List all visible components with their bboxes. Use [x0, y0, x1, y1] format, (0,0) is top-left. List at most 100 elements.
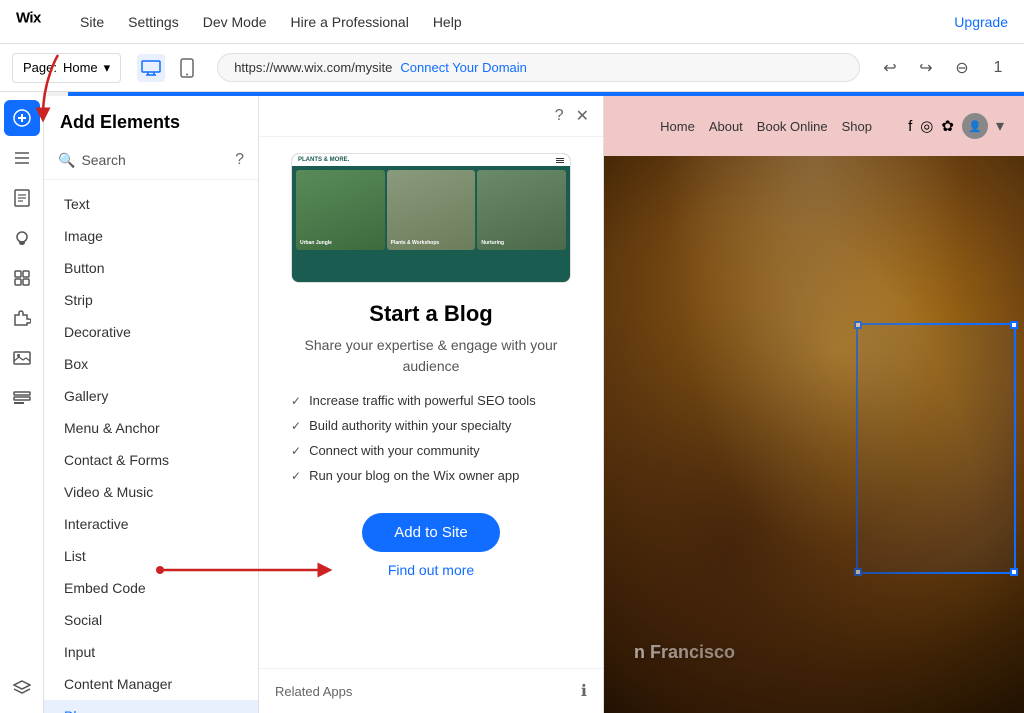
element-content-manager[interactable]: Content Manager — [44, 668, 258, 700]
element-decorative[interactable]: Decorative — [44, 316, 258, 348]
page-selector[interactable]: Page: Home ▾ — [12, 53, 121, 83]
element-box[interactable]: Box — [44, 348, 258, 380]
element-menu-anchor[interactable]: Menu & Anchor — [44, 412, 258, 444]
selection-handle-tl[interactable] — [854, 321, 862, 329]
site-header: Home About Book Online Shop f ◎ ✿ 👤 ▾ — [604, 96, 1024, 156]
connect-domain-link[interactable]: Connect Your Domain — [400, 60, 526, 75]
url-bar[interactable]: https://www.wix.com/mysite Connect Your … — [217, 53, 860, 82]
related-apps-info-icon[interactable]: ℹ — [581, 681, 587, 701]
element-contact-forms[interactable]: Contact & Forms — [44, 444, 258, 476]
help-icon[interactable]: ? — [235, 151, 244, 169]
search-row[interactable]: 🔍 Search — [58, 152, 126, 169]
account-dropdown-icon[interactable]: ▾ — [996, 116, 1004, 136]
blog-feature-2: ✓ Build authority within your specialty — [283, 418, 579, 433]
sidebar-paint-icon[interactable] — [4, 220, 40, 256]
canvas-area: Home About Book Online Shop f ◎ ✿ 👤 ▾ n … — [604, 96, 1024, 713]
sidebar-media-icon[interactable] — [4, 340, 40, 376]
selection-box[interactable] — [856, 323, 1016, 574]
panel-title: Add Elements — [60, 112, 180, 133]
url-text: https://www.wix.com/mysite — [234, 60, 392, 75]
zoom-out-button[interactable]: ⊖ — [948, 54, 976, 82]
panel-search: 🔍 Search ? — [44, 141, 258, 180]
sidebar-pages-icon[interactable] — [4, 140, 40, 176]
sidebar-layers-icon[interactable] — [4, 669, 40, 705]
user-avatar[interactable]: 👤 — [962, 113, 988, 139]
panel-help-button[interactable]: ? — [555, 107, 564, 125]
element-gallery[interactable]: Gallery — [44, 380, 258, 412]
menu-hire-pro[interactable]: Hire a Professional — [291, 14, 409, 30]
hero-image: n Francisco — [604, 156, 1024, 713]
menu-settings[interactable]: Settings — [128, 14, 179, 30]
selection-handle-tr[interactable] — [1010, 321, 1018, 329]
panel-left: Add Elements 🔍 Search ? Text Image Butto… — [44, 96, 259, 713]
elements-list: Text Image Button Strip Decorative Box G… — [44, 180, 258, 713]
menu-dev-mode[interactable]: Dev Mode — [203, 14, 267, 30]
blog-feature-4-text: Run your blog on the Wix owner app — [309, 468, 519, 483]
element-blog[interactable]: Blog — [44, 700, 258, 713]
blog-feature-3: ✓ Connect with your community — [283, 443, 579, 458]
device-icons — [137, 54, 201, 82]
top-menu-bar: Wix Site Settings Dev Mode Hire a Profes… — [0, 0, 1024, 44]
panel-right: ? ✕ PLANTS & MORE. — [259, 96, 603, 713]
facebook-icon[interactable]: f — [908, 118, 912, 135]
forward-button[interactable]: ↪ — [912, 54, 940, 82]
selection-handle-bl[interactable] — [854, 568, 862, 576]
site-social-icons: f ◎ ✿ 👤 ▾ — [908, 113, 1004, 139]
address-bar-row: Page: Home ▾ https://www.wix.com/mysite … — [0, 44, 1024, 92]
nav-book-online[interactable]: Book Online — [757, 119, 828, 134]
wix-logo: Wix — [16, 9, 48, 35]
page-label: Page: — [23, 60, 57, 75]
element-image[interactable]: Image — [44, 220, 258, 252]
add-to-site-button[interactable]: Add to Site — [362, 513, 499, 552]
promo-plant-3: Nurturing — [477, 170, 566, 250]
sidebar-blog-icon[interactable] — [4, 180, 40, 216]
left-sidebar — [0, 92, 44, 713]
element-list[interactable]: List — [44, 540, 258, 572]
desktop-icon[interactable] — [137, 54, 165, 82]
blog-promo-subtitle: Share your expertise & engage with your … — [283, 335, 579, 377]
check-icon-1: ✓ — [291, 394, 301, 408]
sidebar-apps-icon[interactable] — [4, 260, 40, 296]
yelp-icon[interactable]: ✿ — [941, 117, 954, 135]
menu-site[interactable]: Site — [80, 14, 104, 30]
add-elements-panel: Add Elements 🔍 Search ? Text Image Butto… — [44, 96, 604, 713]
sidebar-add-icon[interactable] — [4, 100, 40, 136]
instagram-icon[interactable]: ◎ — [920, 117, 933, 135]
panel-right-header: ? ✕ — [259, 96, 603, 137]
blog-promo-title: Start a Blog — [369, 301, 492, 327]
element-interactive[interactable]: Interactive — [44, 508, 258, 540]
element-social[interactable]: Social — [44, 604, 258, 636]
blog-promo-card: PLANTS & MORE. Urban Jungle Plants & Wor — [259, 137, 603, 598]
blog-feature-4: ✓ Run your blog on the Wix owner app — [283, 468, 579, 483]
selection-handle-br[interactable] — [1010, 568, 1018, 576]
blog-feature-1-text: Increase traffic with powerful SEO tools — [309, 393, 536, 408]
element-video-music[interactable]: Video & Music — [44, 476, 258, 508]
nav-controls: ↩ ↪ ⊖ 1 — [876, 54, 1012, 82]
element-input[interactable]: Input — [44, 636, 258, 668]
element-embed-code[interactable]: Embed Code — [44, 572, 258, 604]
element-button[interactable]: Button — [44, 252, 258, 284]
panel-close-button[interactable]: ✕ — [576, 106, 589, 126]
site-nav: Home About Book Online Shop — [624, 119, 908, 134]
find-out-more-link[interactable]: Find out more — [388, 562, 474, 578]
menu-help[interactable]: Help — [433, 14, 462, 30]
element-strip[interactable]: Strip — [44, 284, 258, 316]
promo-title-bar: PLANTS & MORE. — [292, 154, 570, 166]
check-icon-2: ✓ — [291, 419, 301, 433]
search-label[interactable]: Search — [81, 152, 125, 168]
nav-about[interactable]: About — [709, 119, 743, 134]
search-icon: 🔍 — [58, 152, 75, 169]
page-dropdown-icon: ▾ — [104, 60, 111, 76]
zoom-level[interactable]: 1 — [984, 54, 1012, 82]
upgrade-button[interactable]: Upgrade — [954, 14, 1008, 30]
svg-text:Wix: Wix — [16, 9, 42, 26]
element-text[interactable]: Text — [44, 188, 258, 220]
nav-home[interactable]: Home — [660, 119, 695, 134]
sidebar-puzzle-icon[interactable] — [4, 300, 40, 336]
promo-plant-2: Plants & Workshops — [387, 170, 476, 250]
mobile-icon[interactable] — [173, 54, 201, 82]
back-button[interactable]: ↩ — [876, 54, 904, 82]
panel-header: Add Elements — [44, 96, 258, 141]
nav-shop[interactable]: Shop — [842, 119, 872, 134]
sidebar-data-icon[interactable] — [4, 380, 40, 416]
